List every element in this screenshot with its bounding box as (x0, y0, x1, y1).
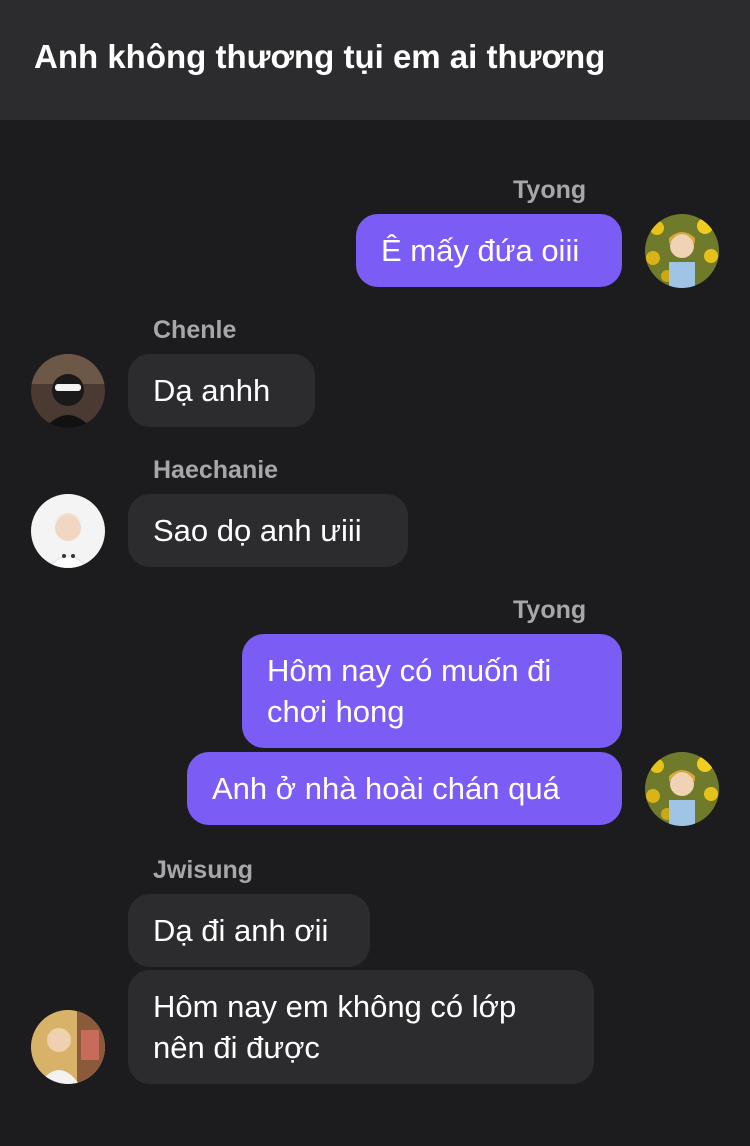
avatar-chenle[interactable] (31, 354, 105, 428)
avatar-photo-tyong (645, 752, 719, 826)
message-bubble[interactable]: Hôm nay có muốn đi chơi hong (242, 634, 622, 748)
message-bubble[interactable]: Dạ anhh (128, 354, 315, 427)
avatar-tyong[interactable] (645, 752, 719, 826)
avatar-jwisung[interactable] (31, 1010, 105, 1084)
message-bubble[interactable]: Anh ở nhà hoài chán quá (187, 752, 622, 825)
chat-title: Anh không thương tụi em ai thương (34, 38, 606, 75)
avatar-photo-haechanie (31, 494, 105, 568)
avatar-photo-chenle (31, 354, 105, 428)
chat-header: Anh không thương tụi em ai thương (0, 0, 750, 120)
sender-name: Chenle (153, 316, 237, 344)
avatar-photo-jwisung (31, 1010, 105, 1084)
sender-name: Tyong (513, 596, 587, 624)
avatar-haechanie[interactable] (31, 494, 105, 568)
message-bubble[interactable]: Dạ đi anh ơii (128, 894, 370, 967)
message-bubble[interactable]: Ê mấy đứa oiii (356, 214, 622, 287)
avatar-photo-tyong (645, 214, 719, 288)
sender-name: Haechanie (153, 456, 279, 484)
message-bubble[interactable]: Sao dọ anh ưiii (128, 494, 408, 567)
avatar-tyong[interactable] (645, 214, 719, 288)
sender-name: Tyong (513, 176, 587, 204)
message-bubble[interactable]: Hôm nay em không có lớp nên đi được (128, 970, 594, 1084)
sender-name: Jwisung (153, 856, 254, 884)
